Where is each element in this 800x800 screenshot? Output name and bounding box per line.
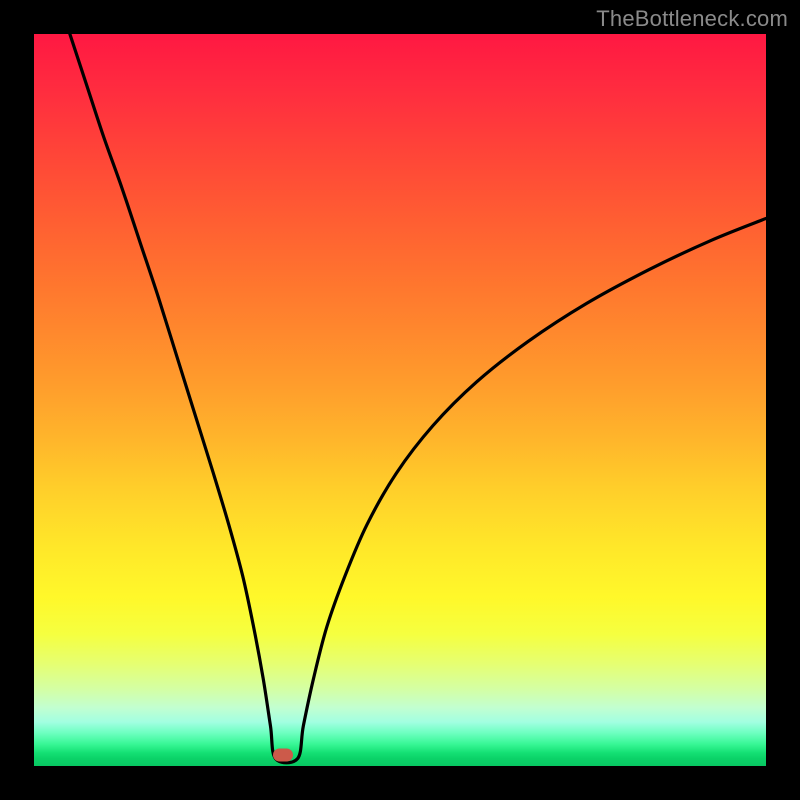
optimal-point-marker [273, 749, 293, 762]
chart-frame: TheBottleneck.com [0, 0, 800, 800]
watermark-text: TheBottleneck.com [596, 6, 788, 32]
bottleneck-curve [34, 34, 766, 766]
plot-area [34, 34, 766, 766]
